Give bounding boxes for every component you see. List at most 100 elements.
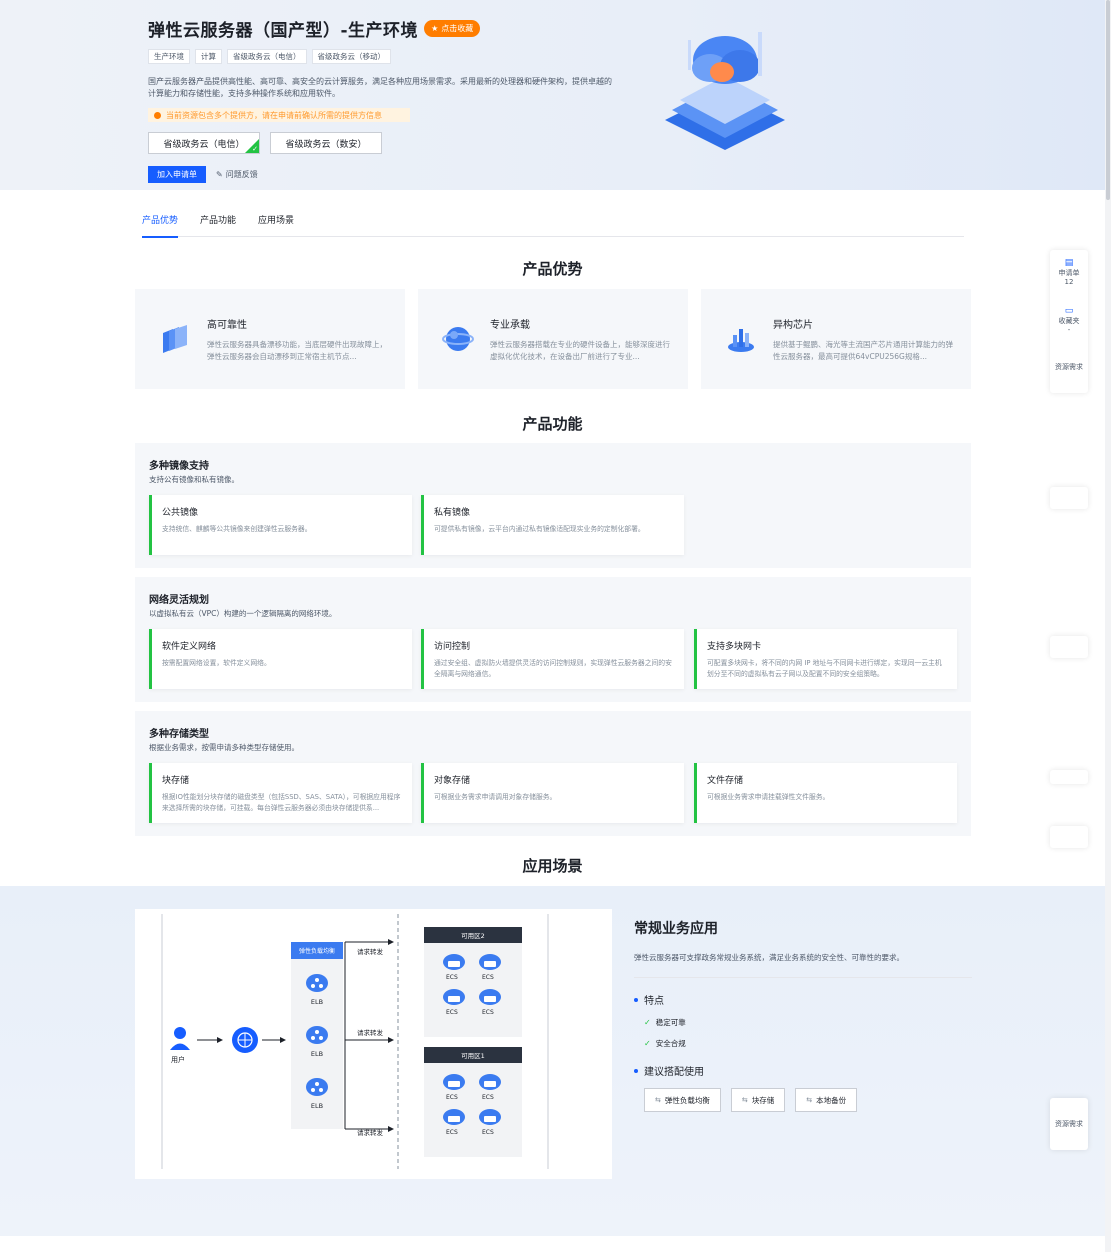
chip-icon xyxy=(728,329,754,352)
function-card-title: 公共镜像 xyxy=(162,508,199,518)
function-card-title: 支持多块网卡 xyxy=(707,642,762,652)
diagram-zone-label: 可用区2 xyxy=(461,932,485,940)
function-card: 块存储 根据IO性能划分块存储的磁盘类型（包括SSD、SAS、SATA），可根据… xyxy=(149,763,412,823)
scenario-details: 常规业务应用 弹性云服务器可支撑政务常规业务系统，满足业务系统的安全性、可靠性的… xyxy=(634,918,972,1112)
function-card-desc: 可提供私有镜像，云平台内通过私有镜像适配现实业务的定制化部署。 xyxy=(434,525,645,533)
tag-list: 生产环境 计算 省级政务云（电信） 省级政务云（移动） xyxy=(148,49,628,64)
resource-request-button-bottom[interactable]: 资源需求 xyxy=(1050,1098,1088,1150)
recommend-item-block-storage[interactable]: ⇆ 块存储 xyxy=(730,1088,786,1112)
diagram-ecs-label: ECS xyxy=(446,974,458,981)
diagram-ecs-label: ECS xyxy=(446,1094,458,1101)
advantage-title: 异构芯片 xyxy=(773,319,813,331)
tab-scenarios[interactable]: 应用场景 xyxy=(258,207,294,237)
clipboard-icon: ▤ xyxy=(1064,258,1074,268)
resource-request-button[interactable]: 资源需求 xyxy=(1050,362,1088,372)
section-tabs: 产品优势 产品功能 应用场景 xyxy=(142,207,964,238)
function-card-desc: 可配置多块网卡，将不同的内网 IP 地址与不同网卡进行绑定，实现同一云主机划分至… xyxy=(707,659,942,678)
provider-option-telecom[interactable]: 省级政务云（电信） ✓ xyxy=(148,132,260,154)
provider-option-shuan[interactable]: 省级政务云（数安） xyxy=(270,132,382,154)
server-stack-icon xyxy=(163,325,187,353)
globe-icon xyxy=(442,327,474,351)
recommend-item-local-backup[interactable]: ⇆ 本地备份 xyxy=(795,1088,858,1112)
diagram-zone-label: 可用区1 xyxy=(461,1052,485,1060)
function-card-desc: 通过安全组、虚拟防火墙提供灵活的访问控制规则，实现弹性云服务器之间的安全隔离与网… xyxy=(434,659,672,678)
architecture-diagram: 用户 弹性负载均衡 ELB ELB ELB 请求转发 请求转发 请求转发 可用区… xyxy=(135,909,612,1179)
warning-icon xyxy=(154,111,161,119)
diagram-ecs-label: ECS xyxy=(482,1129,494,1136)
edit-icon: ✎ xyxy=(216,170,223,179)
features-heading: 特点 xyxy=(634,992,972,1007)
diagram-ecs-label: ECS xyxy=(482,1094,494,1101)
floating-placeholder xyxy=(1050,487,1088,509)
diagram-forward-label: 请求转发 xyxy=(357,1029,383,1037)
tag: 省级政务云（移动） xyxy=(311,49,391,64)
internet-globe-icon xyxy=(232,1027,258,1053)
advantage-card: 专业承载 弹性云服务器搭载在专业的硬件设备上，能够深度进行虚拟化优化技术，在设备… xyxy=(418,289,688,389)
folder-icon: ▭ xyxy=(1064,306,1074,316)
star-icon: ★ xyxy=(431,24,439,33)
function-card-desc: 支持统信、麒麟等公共镜像来创建弹性云服务器。 xyxy=(162,525,312,533)
diagram-lb-title: 弹性负载均衡 xyxy=(298,948,335,955)
function-group-title: 网络灵活规划 xyxy=(149,595,209,606)
function-card: 公共镜像 支持统信、麒麟等公共镜像来创建弹性云服务器。 xyxy=(149,495,412,555)
function-card-desc: 根据IO性能划分块存储的磁盘类型（包括SSD、SAS、SATA），可根据应用程序… xyxy=(162,793,401,812)
bullet-icon xyxy=(634,997,638,1002)
advantage-card: 异构芯片 提供基于鲲鹏、海光等主流国产芯片通用计算能力的弹性云服务器，最高可提供… xyxy=(701,289,971,389)
tab-functions[interactable]: 产品功能 xyxy=(200,207,236,237)
function-card: 私有镜像 可提供私有镜像，云平台内通过私有镜像适配现实业务的定制化部署。 xyxy=(421,495,684,555)
advantage-card: 高可靠性 弹性云服务器具备漂移功能，当底层硬件出现故障上，弹性云服务器会自动漂移… xyxy=(135,289,405,389)
tab-advantages[interactable]: 产品优势 xyxy=(142,207,179,238)
add-to-application-button[interactable]: 加入申请单 xyxy=(148,166,206,183)
diagram-forward-label: 请求转发 xyxy=(357,948,383,956)
function-group-image: 多种镜像支持 支持公有镜像和私有镜像。 公共镜像 支持统信、麒麟等公共镜像来创建… xyxy=(135,443,971,568)
function-group-subtitle: 以虚拟私有云（VPC）构建的一个逻辑隔离的网络环境。 xyxy=(149,609,337,618)
favorite-button[interactable]: ★ 点击收藏 xyxy=(424,20,481,37)
function-group-storage: 多种存储类型 根据业务需求，按需申请多种类型存储使用。 块存储 根据IO性能划分… xyxy=(135,711,971,836)
floating-placeholder xyxy=(1050,636,1088,658)
scenarios-heading: 应用场景 xyxy=(522,857,583,875)
cloud-server-illustration xyxy=(665,32,785,150)
function-group-title: 多种镜像支持 xyxy=(149,461,209,472)
floating-placeholder xyxy=(1050,770,1088,784)
function-card-desc: 可根据业务需求申请调用对象存储服务。 xyxy=(434,793,557,801)
function-card: 软件定义网络 按需配置网络设置，软件定义网络。 xyxy=(149,629,412,689)
function-card-title: 对象存储 xyxy=(434,776,471,786)
apply-list-button[interactable]: ▤ 申请单 12 xyxy=(1050,258,1088,286)
function-card-desc: 可根据业务需求申请挂载弹性文件服务。 xyxy=(707,793,830,801)
tag: 生产环境 xyxy=(148,49,190,64)
function-group-subtitle: 支持公有镜像和私有镜像。 xyxy=(149,475,239,484)
function-card-desc: 按需配置网络设置，软件定义网络。 xyxy=(162,659,271,667)
bullet-icon xyxy=(634,1068,638,1073)
diagram-ecs-label: ECS xyxy=(446,1009,458,1016)
function-card: 文件存储 可根据业务需求申请挂载弹性文件服务。 xyxy=(694,763,957,823)
diagram-user-label: 用户 xyxy=(171,1056,185,1064)
provider-notice: 当前资源包含多个提供方，请在申请前确认所需的提供方信息 xyxy=(148,108,410,122)
diagram-ecs-label: ECS xyxy=(482,974,494,981)
feature-item: ✓ 稳定可靠 xyxy=(644,1018,686,1027)
advantage-title: 高可靠性 xyxy=(207,319,247,331)
scenario-title: 常规业务应用 xyxy=(634,921,718,937)
recommend-item-elb[interactable]: ⇆ 弹性负载均衡 xyxy=(644,1088,721,1112)
floating-placeholder xyxy=(1050,826,1088,848)
floating-toolbar: ▤ 申请单 12 ▭ 收藏夹 - 资源需求 xyxy=(1050,250,1088,393)
function-card: 支持多块网卡 可配置多块网卡，将不同的内网 IP 地址与不同网卡进行绑定，实现同… xyxy=(694,629,957,689)
advantage-desc: 弹性云服务器具备漂移功能，当底层硬件出现故障上，弹性云服务器会自动漂移到正常宿主… xyxy=(207,339,387,361)
favorites-button[interactable]: ▭ 收藏夹 - xyxy=(1050,306,1088,334)
link-icon: ⇆ xyxy=(655,1096,661,1104)
function-card: 访问控制 通过安全组、虚拟防火墙提供灵活的访问控制规则，实现弹性云服务器之间的安… xyxy=(421,629,684,689)
check-icon: ✓ xyxy=(644,1018,651,1027)
advantage-title: 专业承载 xyxy=(490,319,530,331)
diagram-ecs-label: ECS xyxy=(446,1129,458,1136)
functions-heading: 产品功能 xyxy=(522,415,583,433)
diagram-forward-label: 请求转发 xyxy=(357,1129,383,1137)
function-card-title: 访问控制 xyxy=(434,642,471,652)
hero-content: 弹性云服务器（国产型）-生产环境 ★ 点击收藏 生产环境 计算 省级政务云（电信… xyxy=(148,16,628,183)
function-group-subtitle: 根据业务需求，按需申请多种类型存储使用。 xyxy=(149,743,299,752)
feedback-link[interactable]: ✎ 问题反馈 xyxy=(216,169,258,180)
hero-banner: 弹性云服务器（国产型）-生产环境 ★ 点击收藏 生产环境 计算 省级政务云（电信… xyxy=(0,0,1105,190)
scrollbar-thumb[interactable] xyxy=(1106,0,1110,200)
tag: 省级政务云（电信） xyxy=(227,49,307,64)
function-card-title: 私有镜像 xyxy=(434,508,471,518)
function-group-network: 网络灵活规划 以虚拟私有云（VPC）构建的一个逻辑隔离的网络环境。 软件定义网络… xyxy=(135,577,971,702)
function-group-title: 多种存储类型 xyxy=(149,729,209,740)
